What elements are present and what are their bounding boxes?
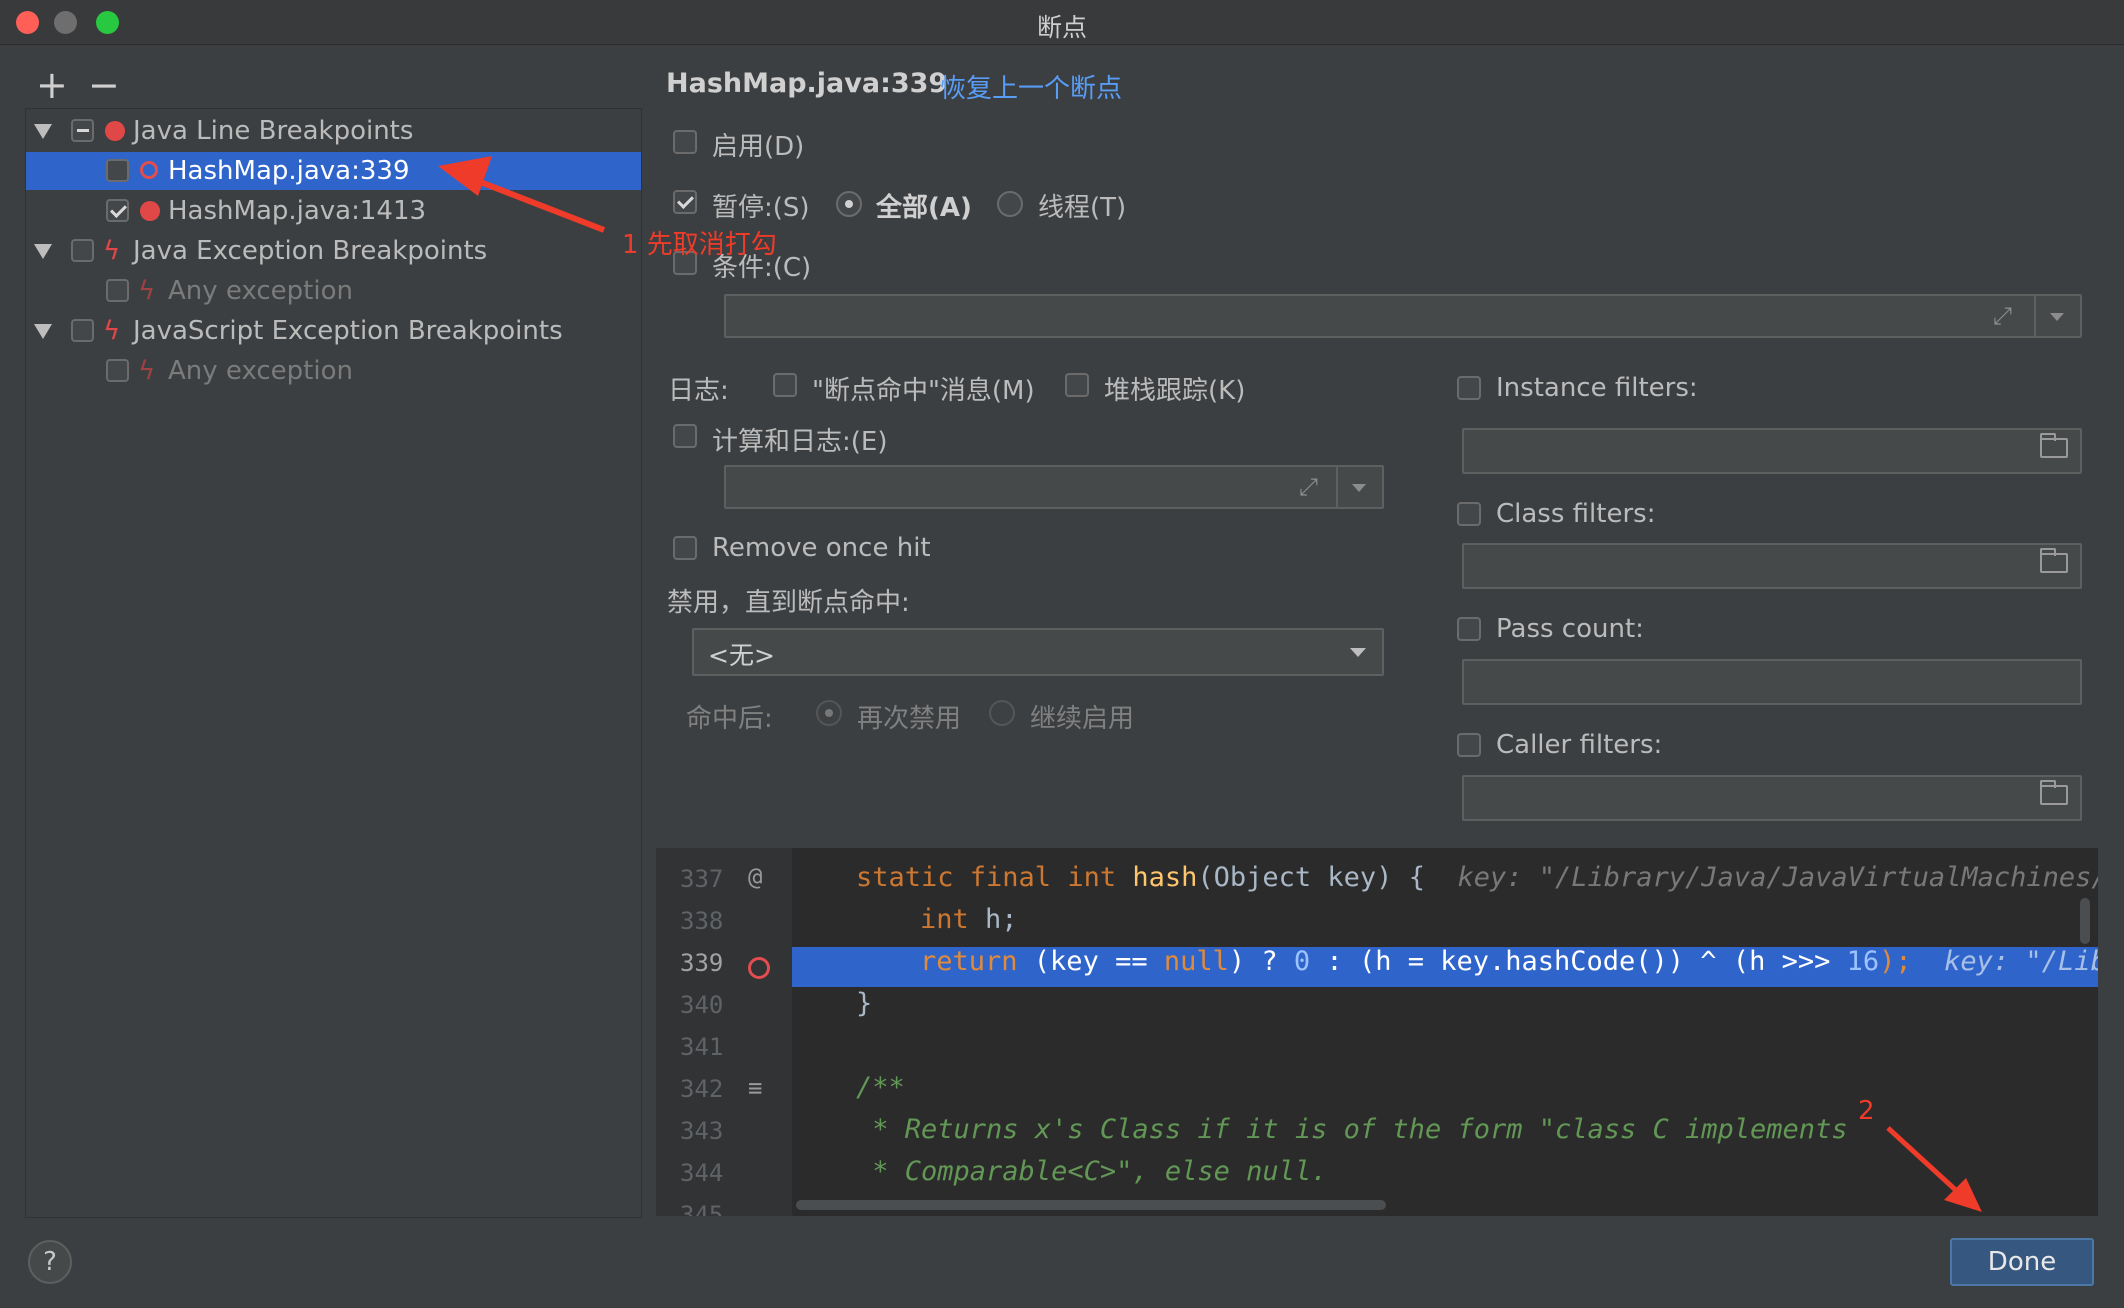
annotation-arrows xyxy=(438,156,1982,1212)
annotation-arrowhead-1 xyxy=(438,156,492,196)
annotation-arrow-1 xyxy=(468,175,606,233)
annotation-arrow-2 xyxy=(1886,1126,1962,1196)
annotation-step-2: 2 xyxy=(1858,1096,1875,1126)
annotation-step-1: 1 先取消打勾 xyxy=(622,230,777,260)
